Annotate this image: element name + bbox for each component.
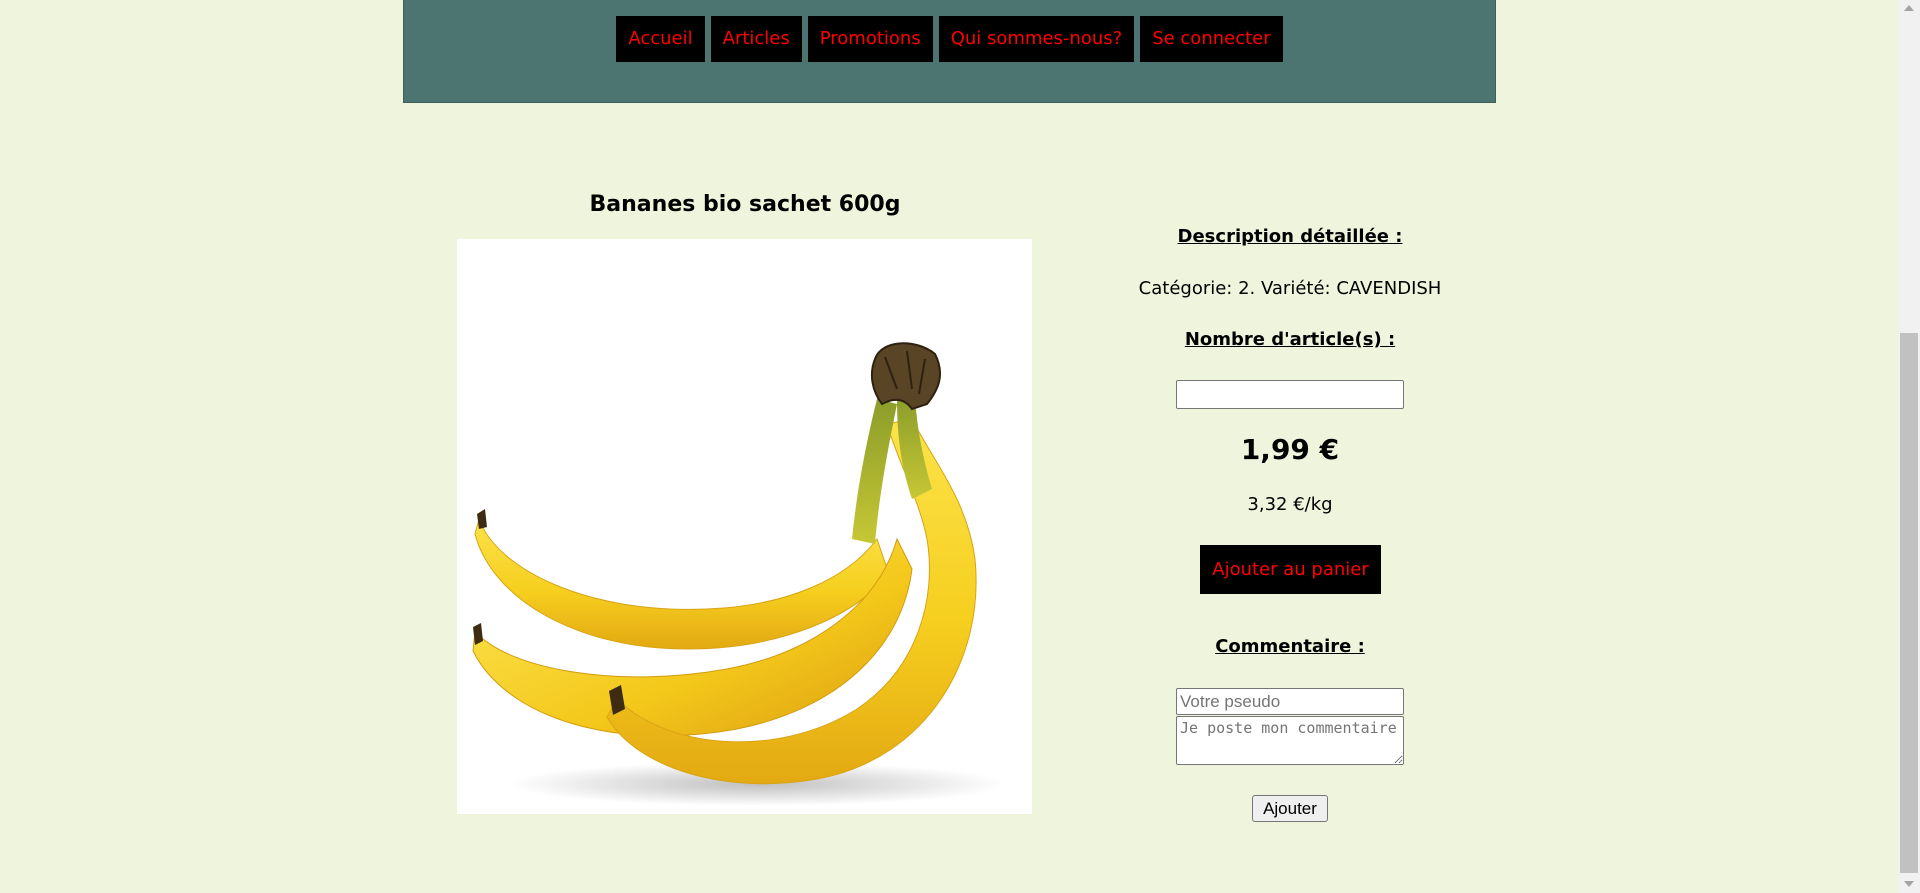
quantity-heading: Nombre d'article(s) : <box>1184 329 1396 350</box>
quantity-input[interactable] <box>1176 380 1404 409</box>
add-comment-button[interactable]: Ajouter <box>1252 795 1328 822</box>
nav-accueil[interactable]: Accueil <box>616 16 705 62</box>
description-heading: Description détaillée : <box>1177 226 1403 247</box>
main-nav: Accueil Articles Promotions Qui sommes-n… <box>404 16 1495 62</box>
scroll-down-arrow-icon[interactable] <box>1904 881 1914 887</box>
nav-se-connecter[interactable]: Se connecter <box>1140 16 1283 62</box>
product-price: 1,99 € <box>1240 433 1340 466</box>
site-header: Accueil Articles Promotions Qui sommes-n… <box>403 0 1496 103</box>
pseudo-input[interactable] <box>1176 688 1404 715</box>
vertical-scrollbar[interactable] <box>1898 0 1920 893</box>
unit-price: 3,32 €/kg <box>1247 494 1333 515</box>
scroll-up-arrow-icon[interactable] <box>1904 5 1914 11</box>
comment-heading: Commentaire : <box>1215 636 1365 657</box>
description-text: Catégorie: 2. Variété: CAVENDISH <box>1138 278 1442 299</box>
banana-bunch-image <box>472 342 1007 806</box>
nav-promotions[interactable]: Promotions <box>807 16 933 62</box>
page: Accueil Articles Promotions Qui sommes-n… <box>0 0 1920 893</box>
add-to-cart-button[interactable]: Ajouter au panier <box>1200 545 1381 594</box>
product-image <box>457 239 1032 814</box>
nav-articles[interactable]: Articles <box>710 16 802 62</box>
nav-qui-sommes-nous[interactable]: Qui sommes-nous? <box>938 16 1135 62</box>
product-title: Bananes bio sachet 600g <box>589 192 901 217</box>
scroll-thumb[interactable] <box>1900 333 1918 873</box>
comment-textarea[interactable] <box>1176 716 1404 765</box>
